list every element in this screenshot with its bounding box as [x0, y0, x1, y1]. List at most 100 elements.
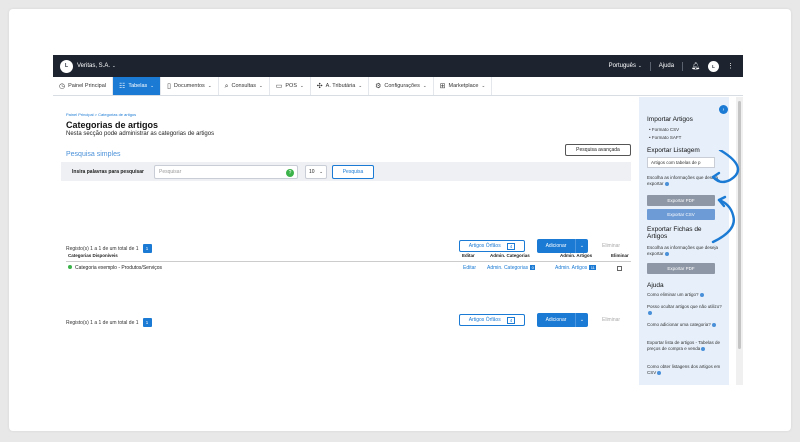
- page-title: Categorias de artigos: [66, 120, 159, 130]
- add-label: Adicionar: [545, 243, 567, 249]
- add-button[interactable]: Adicionar ⌄: [537, 313, 588, 327]
- help-link[interactable]: Posso ocultar artigos que não utilizo?: [647, 304, 725, 316]
- info-icon[interactable]: [664, 181, 669, 186]
- search-label: Insira palavras para pesquisar: [72, 168, 144, 175]
- avatar[interactable]: L: [708, 60, 719, 72]
- nav-item-pos[interactable]: ▭ POS ⌄: [270, 77, 311, 95]
- breadcrumb[interactable]: Painel Principal > Categorias de artigos: [66, 112, 136, 117]
- table-row: Categoria exemplo - Produtos/Serviços Ed…: [66, 263, 631, 277]
- nav-item-label: Tabelas: [128, 83, 148, 89]
- page-subtitle: Nesta secção pode administrar as categor…: [66, 131, 215, 137]
- records-text: Registo(s) 1 a 1 de um total de 1: [66, 319, 139, 326]
- help-link-text: Como adicionar uma categoria?: [647, 322, 711, 327]
- company-name: Veritas, S.A.: [77, 63, 111, 69]
- orphans-count: 4: [506, 242, 516, 250]
- divider: [682, 61, 684, 71]
- export-sheets-title: Exportar Fichas de Artigos: [647, 226, 702, 241]
- info-icon: [701, 346, 706, 351]
- help-title: Ajuda: [647, 282, 664, 289]
- export-list-title: Exportar Listagem: [647, 147, 700, 154]
- help-link[interactable]: Como obter listagens dos artigos em CSV: [647, 364, 725, 376]
- help-link[interactable]: Exportar lista de artigos - Tabelas de p…: [647, 340, 725, 352]
- nav-item-label: Consultas: [231, 83, 256, 89]
- delete-button[interactable]: Eliminar: [602, 317, 620, 323]
- column-header: Admin. Categorias: [490, 253, 530, 258]
- language-selector[interactable]: Português ⌄: [609, 63, 642, 69]
- pos-icon: ▭: [275, 82, 283, 90]
- admin-categories-link[interactable]: Admin. Categorias: [487, 265, 528, 271]
- simple-search-title[interactable]: Pesquisa simples: [66, 151, 120, 158]
- categories-count-badge: 0: [530, 265, 536, 270]
- help-link[interactable]: Como eliminar um artigo?: [647, 292, 725, 298]
- company-selector[interactable]: Veritas, S.A. ⌄: [77, 63, 116, 69]
- search-placeholder: Pesquisar: [159, 168, 182, 175]
- nav-item-label: Painel Principal: [68, 83, 107, 89]
- info-icon: [648, 310, 652, 315]
- chevron-down-icon: ⌄: [150, 83, 155, 88]
- chevron-down-icon: ⌄: [258, 83, 263, 88]
- nav-item-tabelas[interactable]: ☷ Tabelas ⌄: [113, 77, 162, 95]
- help-icon[interactable]: ?: [286, 168, 294, 177]
- orphans-button[interactable]: Artigos Órfãos 4: [459, 314, 525, 326]
- advanced-search-button[interactable]: Pesquisa avançada: [565, 144, 631, 156]
- language-label: Português: [608, 63, 636, 69]
- chevron-down-icon: ⌄: [481, 83, 486, 88]
- orphans-label: Artigos Órfãos: [468, 317, 501, 323]
- chevron-down-icon[interactable]: ⌄: [575, 313, 588, 327]
- delete-checkbox[interactable]: [617, 266, 622, 271]
- tax-icon: ✣: [316, 82, 323, 90]
- column-header: Eliminar: [611, 253, 629, 258]
- column-header[interactable]: Categorias Disponíveis: [68, 253, 118, 258]
- status-dot-icon: [68, 265, 72, 269]
- bell-icon[interactable]: 🔔︎: [691, 62, 700, 70]
- search-input[interactable]: Pesquisar ?: [154, 164, 298, 179]
- chevron-right-icon[interactable]: ›: [719, 105, 728, 114]
- nav-item-configuracoes[interactable]: ⚙ Configurações ⌄: [369, 77, 434, 95]
- info-icon: [657, 370, 662, 375]
- divider: [649, 61, 651, 71]
- help-link-text: Como eliminar um artigo?: [647, 292, 699, 297]
- delete-button[interactable]: Eliminar: [602, 243, 620, 249]
- nav-item-documentos[interactable]: ▯ Documentos ⌄: [161, 77, 219, 95]
- users-icon: ☷: [119, 82, 126, 90]
- chevron-down-icon: ⌄: [207, 83, 212, 88]
- nav-item-tributaria[interactable]: ✣ A. Tributária ⌄: [311, 77, 370, 95]
- clock-icon: ◷: [59, 82, 66, 90]
- export-sheets-pdf-button[interactable]: Exportar PDF: [647, 263, 715, 274]
- main-nav: ◷ Painel Principal ☷ Tabelas ⌄ ▯ Documen…: [53, 77, 743, 96]
- items-count-badge: 11: [589, 265, 597, 270]
- import-csv-link[interactable]: • Formato CSV: [649, 127, 679, 132]
- orphans-count: 4: [506, 316, 516, 324]
- search-icon: ⌕: [224, 82, 229, 90]
- chevron-down-icon: ⌄: [112, 63, 116, 68]
- chevron-down-icon: ⌄: [637, 63, 642, 68]
- chevron-down-icon: ⌄: [300, 83, 304, 88]
- orphans-label: Artigos Órfãos: [468, 243, 501, 249]
- document-icon: ▯: [167, 82, 171, 90]
- page-button[interactable]: 1: [142, 318, 152, 327]
- search-button[interactable]: Pesquisa: [332, 164, 374, 179]
- kebab-menu-icon[interactable]: ⋮: [727, 62, 734, 70]
- nav-item-label: Documentos: [173, 83, 205, 89]
- chevron-down-icon: ⌄: [422, 83, 427, 88]
- help-link[interactable]: Como adicionar uma categoria?: [647, 322, 725, 328]
- category-name: Categoria exemplo - Produtos/Serviços: [75, 265, 162, 271]
- nav-item-marketplace[interactable]: ⊞ Marketplace ⌄: [434, 77, 493, 95]
- page-size-select[interactable]: 10 ⌄: [305, 164, 327, 179]
- help-link[interactable]: Ajuda: [659, 63, 674, 69]
- nav-item-consultas[interactable]: ⌕ Consultas ⌄: [219, 77, 270, 95]
- nav-item-label: Configurações: [384, 83, 420, 89]
- add-label: Adicionar: [545, 317, 567, 323]
- nav-item-label: POS: [285, 83, 298, 89]
- category-cell: Categoria exemplo - Produtos/Serviços: [68, 265, 162, 271]
- column-header: Editar: [462, 253, 475, 258]
- edit-link[interactable]: Editar: [463, 265, 476, 271]
- info-icon[interactable]: [664, 251, 669, 256]
- import-saft-link[interactable]: • Formato SAFT: [649, 135, 681, 140]
- admin-items-link[interactable]: Admin. Artigos: [555, 265, 587, 271]
- table-header: Categorias Disponíveis Editar Admin. Cat…: [66, 251, 631, 262]
- company-logo[interactable]: L: [60, 59, 73, 73]
- nav-item-painel[interactable]: ◷ Painel Principal: [53, 77, 114, 95]
- settings-icon: ⚙: [375, 82, 382, 90]
- app-window: L Veritas, S.A. ⌄ Português ⌄ Ajuda 🔔︎ L…: [53, 55, 743, 385]
